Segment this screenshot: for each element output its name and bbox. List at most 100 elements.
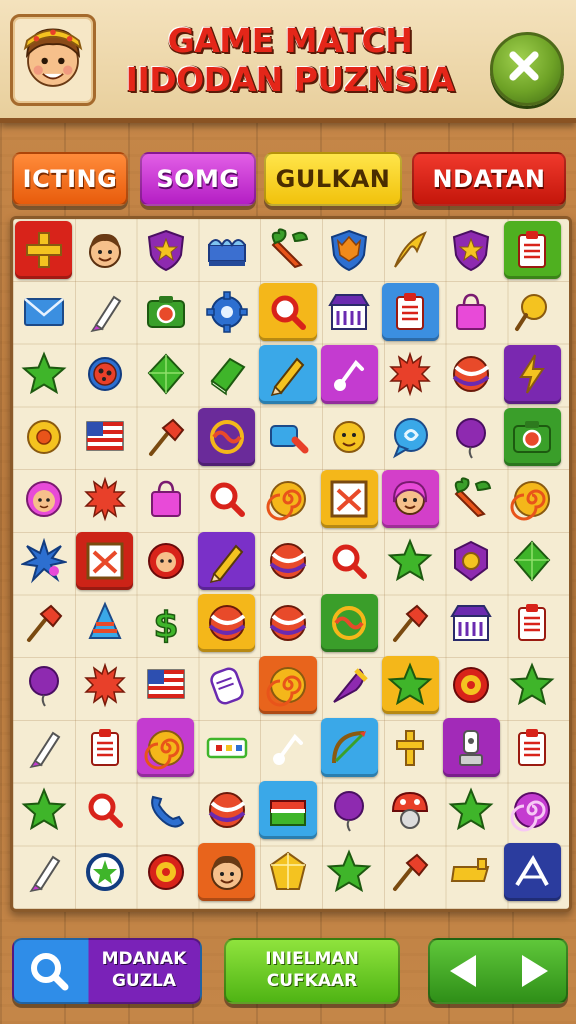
green-action-button[interactable]: INIELMAN CUFKAAR — [224, 938, 400, 1004]
tile-star[interactable] — [321, 843, 378, 901]
tile-pencil[interactable] — [259, 345, 317, 404]
tile-clipboard[interactable] — [504, 718, 561, 776]
tile-swirl[interactable] — [259, 470, 316, 528]
tile-bolt[interactable] — [503, 345, 561, 404]
tile-bridge[interactable] — [198, 221, 255, 279]
tile-balloon[interactable] — [321, 781, 378, 839]
tile-marker[interactable] — [76, 283, 133, 341]
search-puzzle-button[interactable]: MDANAK GUZLA — [12, 938, 202, 1004]
tile-mushroom[interactable] — [382, 781, 439, 839]
tile-frame-x[interactable] — [320, 469, 378, 528]
tile-cross[interactable] — [382, 718, 439, 776]
tile-feather[interactable] — [321, 656, 378, 714]
tile-balloon[interactable] — [443, 408, 500, 466]
tile-gear-flower[interactable] — [15, 408, 72, 466]
tile-sunburst[interactable] — [76, 470, 133, 528]
tile-logo[interactable] — [503, 842, 561, 901]
tab-somg[interactable]: SOMG — [140, 152, 256, 206]
tile-swirl[interactable] — [504, 470, 561, 528]
tile-carrot[interactable] — [259, 221, 316, 279]
tile-shield-fox[interactable] — [321, 221, 378, 279]
tile-tag[interactable] — [259, 408, 316, 466]
tile-arrow-curve[interactable] — [382, 221, 439, 279]
tile-face-badge[interactable] — [137, 532, 194, 590]
tile-star[interactable] — [15, 345, 72, 403]
tile-magnifier[interactable] — [76, 781, 133, 839]
tile-marker[interactable] — [15, 843, 72, 901]
tile-shield-star[interactable] — [137, 221, 194, 279]
tile-pencil[interactable] — [198, 531, 256, 591]
tile-shop[interactable] — [443, 594, 500, 652]
tile-ruler[interactable] — [198, 718, 255, 776]
arrow-right-icon[interactable] — [522, 955, 548, 987]
tile-swirl[interactable] — [259, 656, 317, 715]
tile-star[interactable] — [15, 781, 72, 839]
tile-face-yellow[interactable] — [321, 408, 378, 466]
tab-ndatan[interactable]: NDATAN — [412, 152, 566, 206]
tile-knot[interactable] — [320, 594, 378, 653]
close-button[interactable] — [490, 32, 564, 106]
tile-music[interactable] — [259, 718, 316, 776]
tile-shop[interactable] — [321, 283, 378, 341]
tile-clipboard[interactable] — [76, 718, 133, 776]
tab-icting[interactable]: ICTING — [12, 152, 128, 206]
tile-phone[interactable] — [137, 781, 194, 839]
tile-bag[interactable] — [137, 470, 194, 528]
tile-target[interactable] — [443, 656, 500, 714]
tile-cone[interactable] — [76, 594, 133, 652]
tile-gem[interactable] — [137, 345, 194, 403]
tile-star[interactable] — [443, 781, 500, 839]
tile-scroll[interactable] — [198, 656, 255, 714]
tab-gulkan[interactable]: GULKAN — [264, 152, 402, 206]
tile-gem[interactable] — [504, 532, 561, 590]
tile-splash[interactable] — [15, 532, 72, 590]
tile-music[interactable] — [320, 345, 378, 404]
tile-balloon[interactable] — [15, 656, 72, 714]
tile-trophy[interactable] — [442, 718, 500, 777]
tile-speech[interactable] — [382, 408, 439, 466]
tile-star[interactable] — [382, 532, 439, 590]
tile-face-pink[interactable] — [15, 470, 72, 528]
tile-face-boy[interactable] — [198, 842, 256, 901]
tile-plus[interactable] — [15, 221, 73, 280]
tile-cake[interactable] — [259, 780, 317, 839]
tile-bow[interactable] — [320, 718, 378, 777]
tile-magnifier[interactable] — [259, 283, 317, 342]
tile-badge[interactable] — [443, 532, 500, 590]
tile-camera[interactable] — [503, 407, 561, 466]
tile-gear[interactable] — [198, 283, 255, 341]
tile-knot[interactable] — [198, 407, 256, 466]
tile-ring[interactable] — [76, 843, 133, 901]
tile-clipboard[interactable] — [503, 221, 561, 280]
tile-ladybug[interactable] — [76, 345, 133, 403]
tile-magnifier[interactable] — [321, 532, 378, 590]
tile-camera[interactable] — [137, 283, 194, 341]
tile-envelope[interactable] — [15, 283, 72, 341]
tile-flag-us[interactable] — [76, 408, 133, 466]
tile-clipboard[interactable] — [381, 283, 439, 342]
tile-bag[interactable] — [443, 283, 500, 341]
tile-clipboard[interactable] — [504, 594, 561, 652]
tile-crystal[interactable] — [259, 843, 316, 901]
tile-star[interactable] — [504, 656, 561, 714]
tile-gold[interactable] — [443, 843, 500, 901]
tile-sunburst[interactable] — [382, 345, 439, 403]
tile-frame-x[interactable] — [76, 531, 134, 591]
tile-face-boy[interactable] — [76, 221, 133, 279]
tile-pin[interactable] — [137, 408, 194, 466]
tile-ball[interactable] — [198, 781, 255, 839]
avatar[interactable] — [10, 14, 96, 106]
tile-ball[interactable] — [259, 594, 316, 652]
tile-sunburst[interactable] — [76, 656, 133, 714]
tile-face-girl[interactable] — [381, 469, 439, 528]
tile-shield-star[interactable] — [443, 221, 500, 279]
tile-pin[interactable] — [382, 843, 439, 901]
tile-magnifier[interactable] — [198, 470, 255, 528]
tile-ball[interactable] — [443, 345, 500, 403]
tile-flag-us[interactable] — [137, 656, 194, 714]
arrow-left-icon[interactable] — [450, 955, 476, 987]
tile-candy[interactable] — [504, 781, 561, 839]
tile-carrot[interactable] — [443, 470, 500, 528]
tile-swirl[interactable] — [137, 718, 195, 777]
tile-pin[interactable] — [15, 594, 72, 652]
